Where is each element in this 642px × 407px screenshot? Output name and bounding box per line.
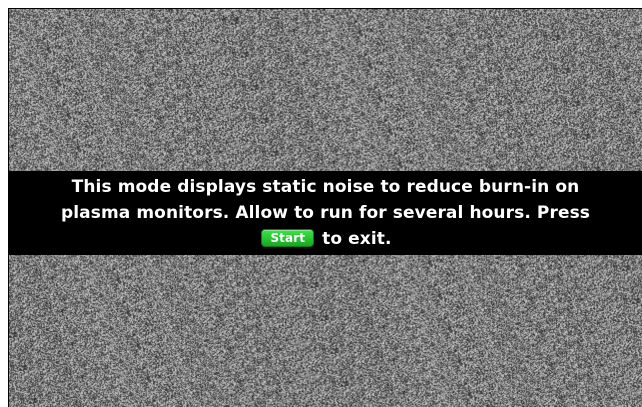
message-band: This mode displays static noise to reduc… — [9, 171, 642, 255]
game-screen: This mode displays static noise to reduc… — [8, 8, 642, 407]
message-text: This mode displays static noise to reduc… — [46, 174, 606, 252]
message-body: This mode displays static noise to reduc… — [60, 177, 591, 223]
start-button-glyph: Start — [261, 229, 315, 247]
message-end: to exit. — [322, 229, 392, 249]
